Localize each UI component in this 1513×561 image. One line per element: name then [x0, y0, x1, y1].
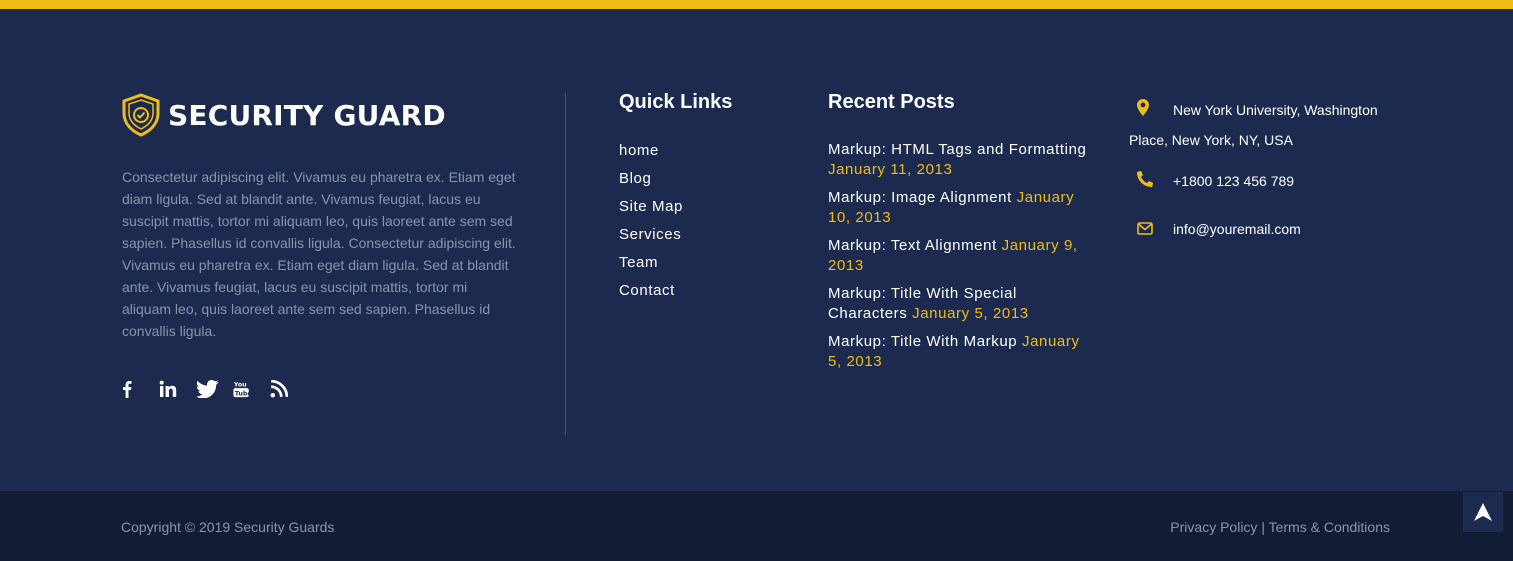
site-logo[interactable]: SECURITY GUARD: [121, 93, 446, 137]
twitter-link[interactable]: [196, 378, 233, 400]
quick-link-team[interactable]: Team: [619, 252, 683, 280]
post-date: January 5, 2013: [912, 305, 1029, 322]
post-title[interactable]: Markup: Image Alignment: [828, 189, 1012, 206]
post-title[interactable]: Markup: HTML Tags and Formatting: [828, 141, 1086, 158]
shield-check-icon: [122, 93, 160, 137]
quick-link-contact[interactable]: Contact: [619, 280, 683, 308]
brand-name: SECURITY GUARD: [168, 98, 446, 132]
phone-icon: [1129, 171, 1173, 193]
phone-text[interactable]: +1800 123 456 789: [1173, 173, 1294, 189]
quick-link-blog[interactable]: Blog: [619, 168, 683, 196]
arrow-up-icon: [1474, 503, 1492, 521]
recent-post-item[interactable]: Markup: Title With Markup January 5, 201…: [828, 332, 1096, 372]
quick-link-services[interactable]: Services: [619, 224, 683, 252]
quick-link-home[interactable]: home: [619, 140, 683, 168]
quick-links-list: home Blog Site Map Services Team Contact: [619, 140, 683, 308]
post-date: January 11, 2013: [828, 161, 953, 178]
youtube-icon: You Tube: [233, 381, 249, 397]
svg-text:Tube: Tube: [235, 390, 249, 397]
post-title[interactable]: Markup: Title With Markup: [828, 333, 1017, 350]
recent-post-item[interactable]: Markup: Title With Special Characters Ja…: [828, 284, 1096, 324]
facebook-icon: [123, 381, 132, 398]
map-pin-icon: [1129, 97, 1173, 126]
linkedin-link[interactable]: [159, 378, 196, 400]
about-text: Consectetur adipiscing elit. Vivamus eu …: [122, 169, 516, 339]
legal-separator: |: [1261, 519, 1265, 535]
terms-conditions-link[interactable]: Terms & Conditions: [1269, 519, 1390, 535]
rss-icon: [270, 380, 288, 398]
facebook-link[interactable]: [122, 378, 159, 400]
quick-link-site-map[interactable]: Site Map: [619, 196, 683, 224]
contact-email[interactable]: info@youremail.com: [1129, 218, 1301, 241]
post-title[interactable]: Markup: Text Alignment: [828, 237, 997, 254]
copyright-text: Copyright © 2019 Security Guards: [121, 519, 335, 535]
recent-posts-title: Recent Posts: [828, 91, 955, 113]
social-links: You Tube: [122, 378, 307, 400]
top-accent-bar: [0, 0, 1513, 9]
quick-links-title: Quick Links: [619, 91, 733, 113]
back-to-top-button[interactable]: [1463, 492, 1503, 532]
linkedin-icon: [159, 380, 177, 397]
youtube-link[interactable]: You Tube: [233, 378, 270, 400]
column-divider: [565, 93, 566, 435]
email-text[interactable]: info@youremail.com: [1173, 221, 1301, 237]
envelope-icon: [1129, 219, 1173, 241]
rss-link[interactable]: [270, 378, 307, 400]
contact-phone[interactable]: +1800 123 456 789: [1129, 170, 1294, 193]
recent-post-item[interactable]: Markup: Image Alignment January 10, 2013: [828, 188, 1096, 228]
legal-links: Privacy Policy | Terms & Conditions: [1170, 516, 1390, 538]
svg-text:You: You: [233, 381, 247, 388]
recent-posts-list: Markup: HTML Tags and Formatting January…: [828, 140, 1096, 380]
contact-address: New York University, Washington Place, N…: [1129, 96, 1399, 155]
privacy-policy-link[interactable]: Privacy Policy: [1170, 519, 1257, 535]
recent-post-item[interactable]: Markup: Text Alignment January 9, 2013: [828, 236, 1096, 276]
twitter-icon: [196, 380, 219, 398]
recent-post-item[interactable]: Markup: HTML Tags and Formatting January…: [828, 140, 1096, 180]
